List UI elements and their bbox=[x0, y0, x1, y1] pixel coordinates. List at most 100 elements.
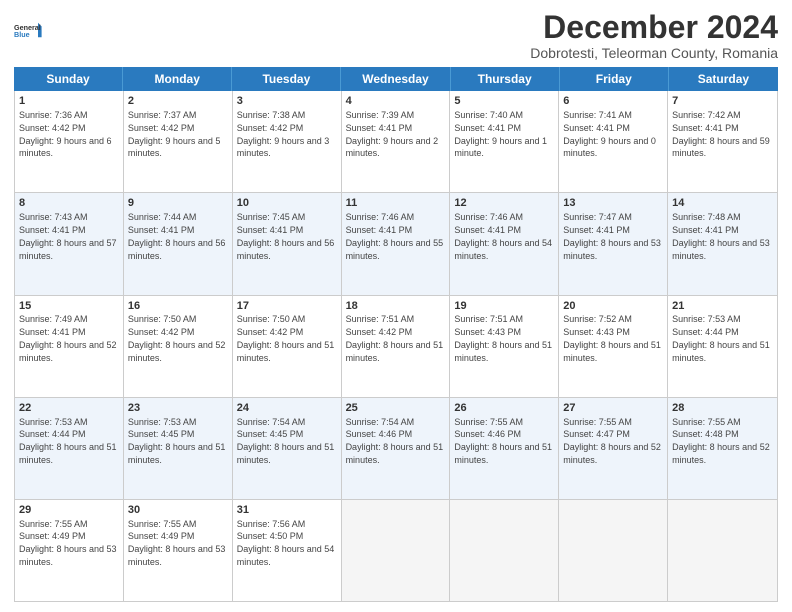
day-cell-25: 25 Sunrise: 7:54 AM Sunset: 4:46 PM Dayl… bbox=[342, 398, 451, 499]
sunrise-text: Sunrise: 7:56 AM bbox=[237, 519, 306, 529]
day-number: 2 bbox=[128, 94, 228, 109]
sunset-text: Sunset: 4:46 PM bbox=[346, 429, 413, 439]
sunset-text: Sunset: 4:46 PM bbox=[454, 429, 521, 439]
sunset-text: Sunset: 4:41 PM bbox=[563, 123, 630, 133]
daylight-text: Daylight: 8 hours and 51 minutes. bbox=[454, 442, 552, 465]
day-number: 7 bbox=[672, 94, 773, 109]
daylight-text: Daylight: 9 hours and 1 minute. bbox=[454, 136, 547, 159]
day-number: 26 bbox=[454, 401, 554, 416]
sunset-text: Sunset: 4:48 PM bbox=[672, 429, 739, 439]
sunrise-text: Sunrise: 7:55 AM bbox=[672, 417, 741, 427]
daylight-text: Daylight: 8 hours and 52 minutes. bbox=[563, 442, 661, 465]
day-cell-28: 28 Sunrise: 7:55 AM Sunset: 4:48 PM Dayl… bbox=[668, 398, 777, 499]
sunset-text: Sunset: 4:41 PM bbox=[237, 225, 304, 235]
sunrise-text: Sunrise: 7:36 AM bbox=[19, 110, 88, 120]
sunrise-text: Sunrise: 7:45 AM bbox=[237, 212, 306, 222]
sunset-text: Sunset: 4:42 PM bbox=[346, 327, 413, 337]
header-day-saturday: Saturday bbox=[669, 67, 778, 91]
daylight-text: Daylight: 9 hours and 5 minutes. bbox=[128, 136, 221, 159]
calendar-week-4: 22 Sunrise: 7:53 AM Sunset: 4:44 PM Dayl… bbox=[15, 398, 777, 500]
sunset-text: Sunset: 4:41 PM bbox=[672, 225, 739, 235]
daylight-text: Daylight: 8 hours and 51 minutes. bbox=[128, 442, 226, 465]
sunrise-text: Sunrise: 7:54 AM bbox=[237, 417, 306, 427]
header: General Blue December 2024 Dobrotesti, T… bbox=[14, 10, 778, 61]
sunrise-text: Sunrise: 7:51 AM bbox=[346, 314, 415, 324]
day-cell-10: 10 Sunrise: 7:45 AM Sunset: 4:41 PM Dayl… bbox=[233, 193, 342, 294]
sunrise-text: Sunrise: 7:53 AM bbox=[19, 417, 88, 427]
sunrise-text: Sunrise: 7:40 AM bbox=[454, 110, 523, 120]
sunrise-text: Sunrise: 7:53 AM bbox=[128, 417, 197, 427]
daylight-text: Daylight: 8 hours and 51 minutes. bbox=[237, 442, 335, 465]
day-number: 29 bbox=[19, 503, 119, 518]
sunrise-text: Sunrise: 7:37 AM bbox=[128, 110, 197, 120]
month-title: December 2024 bbox=[530, 10, 778, 45]
day-number: 31 bbox=[237, 503, 337, 518]
day-cell-4: 4 Sunrise: 7:39 AM Sunset: 4:41 PM Dayli… bbox=[342, 91, 451, 192]
day-number: 9 bbox=[128, 196, 228, 211]
sunset-text: Sunset: 4:44 PM bbox=[672, 327, 739, 337]
day-number: 20 bbox=[563, 299, 663, 314]
day-cell-1: 1 Sunrise: 7:36 AM Sunset: 4:42 PM Dayli… bbox=[15, 91, 124, 192]
daylight-text: Daylight: 8 hours and 54 minutes. bbox=[237, 544, 335, 567]
sunset-text: Sunset: 4:41 PM bbox=[128, 225, 195, 235]
day-number: 28 bbox=[672, 401, 773, 416]
sunset-text: Sunset: 4:41 PM bbox=[454, 123, 521, 133]
sunrise-text: Sunrise: 7:42 AM bbox=[672, 110, 741, 120]
sunset-text: Sunset: 4:49 PM bbox=[19, 531, 86, 541]
sunrise-text: Sunrise: 7:55 AM bbox=[563, 417, 632, 427]
page: General Blue December 2024 Dobrotesti, T… bbox=[0, 0, 792, 612]
day-number: 3 bbox=[237, 94, 337, 109]
calendar: SundayMondayTuesdayWednesdayThursdayFrid… bbox=[14, 67, 778, 602]
svg-text:Blue: Blue bbox=[14, 30, 30, 39]
calendar-body: 1 Sunrise: 7:36 AM Sunset: 4:42 PM Dayli… bbox=[14, 91, 778, 602]
sunrise-text: Sunrise: 7:52 AM bbox=[563, 314, 632, 324]
day-cell-20: 20 Sunrise: 7:52 AM Sunset: 4:43 PM Dayl… bbox=[559, 296, 668, 397]
sunset-text: Sunset: 4:42 PM bbox=[237, 123, 304, 133]
daylight-text: Daylight: 8 hours and 59 minutes. bbox=[672, 136, 770, 159]
daylight-text: Daylight: 8 hours and 51 minutes. bbox=[672, 340, 770, 363]
day-number: 13 bbox=[563, 196, 663, 211]
sunset-text: Sunset: 4:45 PM bbox=[128, 429, 195, 439]
sunrise-text: Sunrise: 7:50 AM bbox=[128, 314, 197, 324]
header-day-wednesday: Wednesday bbox=[341, 67, 450, 91]
logo-svg: General Blue bbox=[14, 14, 46, 50]
sunrise-text: Sunrise: 7:47 AM bbox=[563, 212, 632, 222]
sunrise-text: Sunrise: 7:48 AM bbox=[672, 212, 741, 222]
sunset-text: Sunset: 4:41 PM bbox=[454, 225, 521, 235]
sunrise-text: Sunrise: 7:43 AM bbox=[19, 212, 88, 222]
empty-cell bbox=[559, 500, 668, 601]
daylight-text: Daylight: 8 hours and 51 minutes. bbox=[237, 340, 335, 363]
day-cell-21: 21 Sunrise: 7:53 AM Sunset: 4:44 PM Dayl… bbox=[668, 296, 777, 397]
daylight-text: Daylight: 8 hours and 52 minutes. bbox=[672, 442, 770, 465]
day-cell-17: 17 Sunrise: 7:50 AM Sunset: 4:42 PM Dayl… bbox=[233, 296, 342, 397]
daylight-text: Daylight: 8 hours and 53 minutes. bbox=[128, 544, 226, 567]
sunset-text: Sunset: 4:45 PM bbox=[237, 429, 304, 439]
sunset-text: Sunset: 4:43 PM bbox=[454, 327, 521, 337]
day-number: 24 bbox=[237, 401, 337, 416]
day-number: 1 bbox=[19, 94, 119, 109]
day-cell-22: 22 Sunrise: 7:53 AM Sunset: 4:44 PM Dayl… bbox=[15, 398, 124, 499]
sunrise-text: Sunrise: 7:46 AM bbox=[346, 212, 415, 222]
logo: General Blue bbox=[14, 14, 46, 50]
day-cell-5: 5 Sunrise: 7:40 AM Sunset: 4:41 PM Dayli… bbox=[450, 91, 559, 192]
day-number: 16 bbox=[128, 299, 228, 314]
daylight-text: Daylight: 8 hours and 51 minutes. bbox=[346, 442, 444, 465]
calendar-week-5: 29 Sunrise: 7:55 AM Sunset: 4:49 PM Dayl… bbox=[15, 500, 777, 601]
sunrise-text: Sunrise: 7:38 AM bbox=[237, 110, 306, 120]
day-number: 10 bbox=[237, 196, 337, 211]
header-day-friday: Friday bbox=[560, 67, 669, 91]
day-cell-2: 2 Sunrise: 7:37 AM Sunset: 4:42 PM Dayli… bbox=[124, 91, 233, 192]
day-cell-24: 24 Sunrise: 7:54 AM Sunset: 4:45 PM Dayl… bbox=[233, 398, 342, 499]
sunrise-text: Sunrise: 7:53 AM bbox=[672, 314, 741, 324]
day-number: 11 bbox=[346, 196, 446, 211]
daylight-text: Daylight: 9 hours and 0 minutes. bbox=[563, 136, 656, 159]
day-number: 5 bbox=[454, 94, 554, 109]
sunset-text: Sunset: 4:47 PM bbox=[563, 429, 630, 439]
daylight-text: Daylight: 8 hours and 51 minutes. bbox=[346, 340, 444, 363]
sunset-text: Sunset: 4:44 PM bbox=[19, 429, 86, 439]
daylight-text: Daylight: 8 hours and 54 minutes. bbox=[454, 238, 552, 261]
day-cell-30: 30 Sunrise: 7:55 AM Sunset: 4:49 PM Dayl… bbox=[124, 500, 233, 601]
sunrise-text: Sunrise: 7:55 AM bbox=[19, 519, 88, 529]
header-day-monday: Monday bbox=[123, 67, 232, 91]
daylight-text: Daylight: 8 hours and 55 minutes. bbox=[346, 238, 444, 261]
